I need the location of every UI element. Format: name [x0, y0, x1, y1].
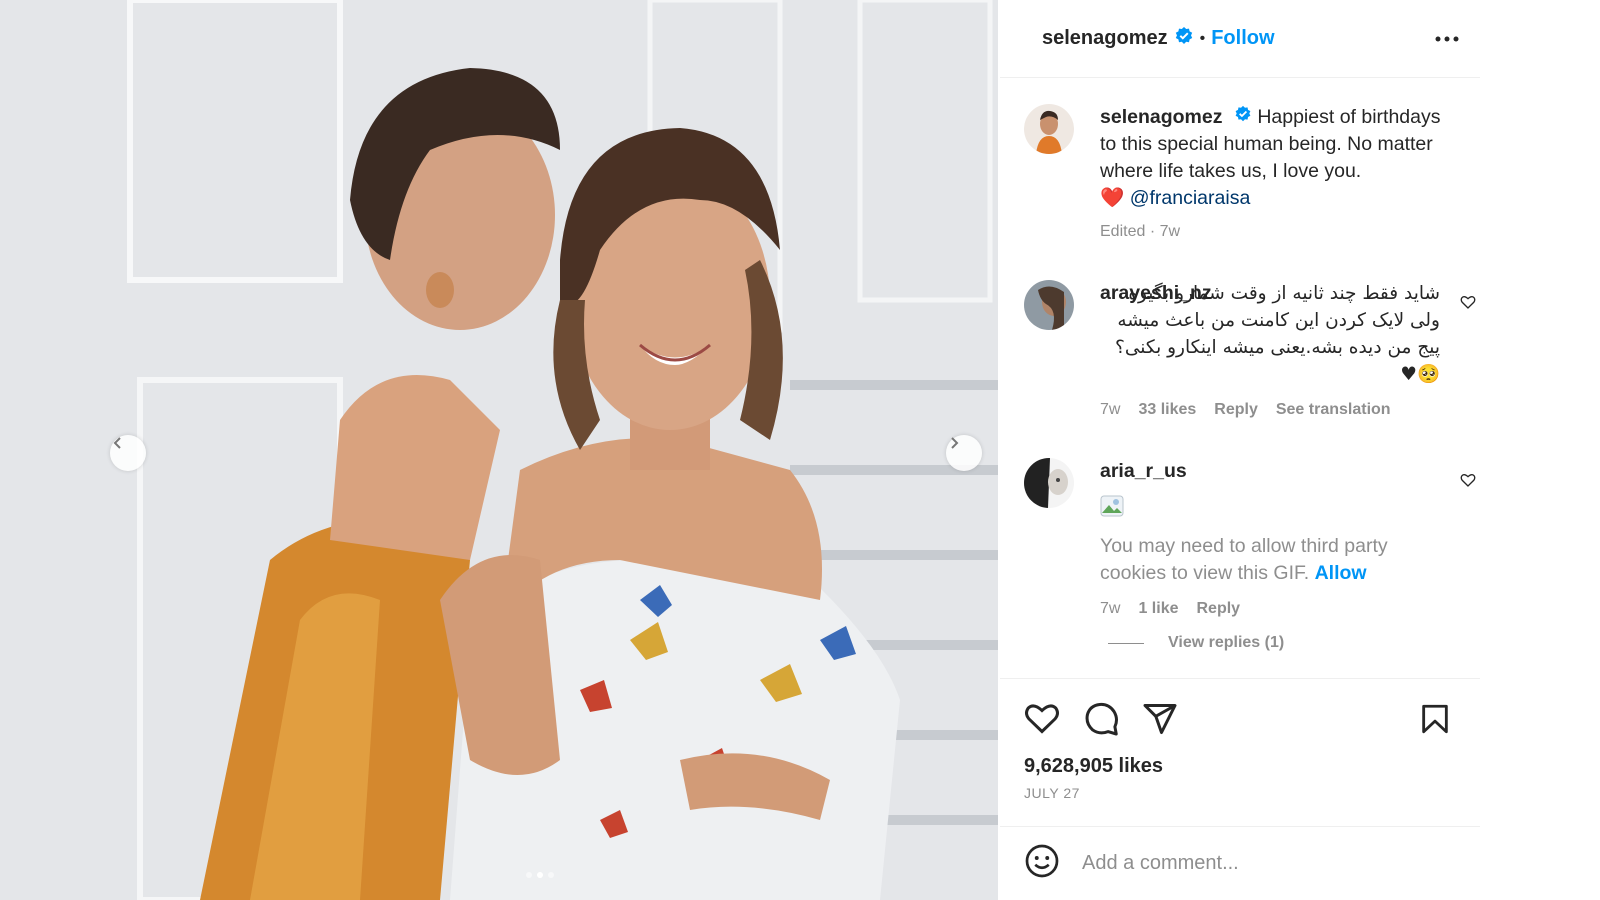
- carousel-dot-active: [537, 872, 543, 878]
- post-header: selenagomez • Follow: [1000, 0, 1480, 78]
- share-icon[interactable]: [1142, 701, 1178, 742]
- avatar[interactable]: [1024, 104, 1074, 154]
- carousel-indicator: [526, 872, 554, 878]
- heart-emoji: ❤️: [1100, 187, 1125, 210]
- reply-button[interactable]: Reply: [1214, 396, 1258, 423]
- comment-input[interactable]: [1082, 852, 1462, 875]
- comment-icon[interactable]: [1084, 701, 1120, 742]
- comment-body: arayeshi_nz شاید فقط چند ثانیه از وقت شم…: [1100, 280, 1440, 423]
- comment-item: arayeshi_nz شاید فقط چند ثانیه از وقت شم…: [1024, 280, 1484, 423]
- comment-like-heart-icon[interactable]: [1460, 294, 1476, 315]
- view-replies-divider: [1108, 642, 1144, 644]
- gif-broken-image-icon: [1100, 495, 1440, 525]
- chevron-left-icon: [113, 437, 121, 449]
- verified-badge-icon: [1234, 104, 1252, 131]
- gif-cookie-notice: You may need to allow third party cookie…: [1100, 533, 1440, 587]
- comment-username[interactable]: aria_r_us: [1100, 460, 1187, 482]
- view-replies-button[interactable]: View replies (1): [1108, 634, 1284, 652]
- carousel-dot: [526, 872, 532, 878]
- comment-likes[interactable]: 33 likes: [1138, 396, 1196, 423]
- carousel-dot: [548, 872, 554, 878]
- add-comment-bar: [1000, 826, 1480, 900]
- photo-illustration: [0, 0, 998, 900]
- page-background: [1480, 0, 1600, 900]
- header-username[interactable]: selenagomez: [1042, 27, 1168, 50]
- caption-meta: Edited · 7w: [1100, 223, 1181, 241]
- bookmark-icon[interactable]: [1418, 701, 1452, 742]
- likes-count[interactable]: 9,628,905 likes: [1024, 755, 1163, 778]
- comment-meta: 7w 33 likes Reply See translation: [1100, 396, 1440, 423]
- allow-cookies-button[interactable]: Allow: [1315, 562, 1367, 584]
- comment-meta: 7w 1 like Reply: [1100, 595, 1440, 622]
- post-photo[interactable]: [0, 0, 998, 900]
- comment-time: 7w: [1100, 401, 1121, 418]
- post-date: JULY 27: [1024, 785, 1080, 801]
- comment-likes[interactable]: 1 like: [1138, 595, 1178, 622]
- caption-username[interactable]: selenagomez: [1100, 106, 1222, 128]
- comment-time: 7w: [1100, 600, 1121, 617]
- comment-like-heart-icon[interactable]: [1460, 472, 1476, 493]
- reply-button[interactable]: Reply: [1196, 595, 1240, 622]
- post-actions: 9,628,905 likes JULY 27: [1000, 678, 1480, 828]
- comment-item: aria_r_us You may need to allow third pa…: [1024, 458, 1484, 622]
- chevron-right-icon: [951, 437, 959, 449]
- verified-badge-icon: [1174, 26, 1194, 51]
- heart-icon[interactable]: [1024, 701, 1060, 740]
- more-options-icon[interactable]: [1434, 26, 1460, 57]
- see-translation-button[interactable]: See translation: [1276, 396, 1391, 423]
- header-separator: •: [1199, 29, 1206, 47]
- comment-body: aria_r_us You may need to allow third pa…: [1100, 458, 1440, 622]
- carousel-prev-button[interactable]: [110, 435, 146, 471]
- avatar[interactable]: [1024, 280, 1074, 330]
- follow-button[interactable]: Follow: [1211, 27, 1274, 50]
- view-replies-label: View replies (1): [1168, 634, 1285, 651]
- post-caption: selenagomez Happiest of birthdays to thi…: [1024, 104, 1464, 245]
- caption-text-block: selenagomez Happiest of birthdays to thi…: [1100, 104, 1460, 245]
- carousel-next-button[interactable]: [946, 435, 982, 471]
- avatar[interactable]: [1024, 458, 1074, 508]
- emoji-icon[interactable]: [1024, 843, 1060, 884]
- caption-mention-link[interactable]: @franciaraisa: [1130, 187, 1251, 209]
- comment-text: شاید فقط چند ثانیه از وقت شمارو بگیره ول…: [1115, 283, 1440, 385]
- post-sidebar: selenagomez • Follow selenagomez Happies…: [1000, 0, 1480, 900]
